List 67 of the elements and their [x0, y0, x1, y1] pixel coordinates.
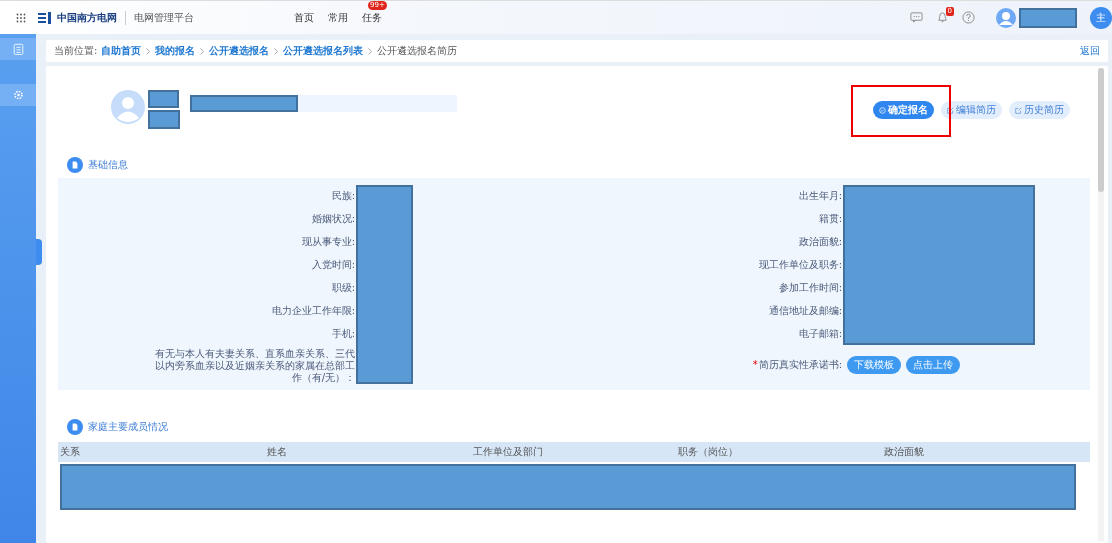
document-icon: [67, 157, 83, 173]
sidebar-item[interactable]: [0, 84, 36, 106]
breadcrumb-link[interactable]: 公开遴选报名列表: [283, 44, 364, 58]
logo-icon: [38, 11, 54, 24]
field-label: 民族:: [330, 188, 356, 203]
column-header: 姓名: [267, 445, 288, 459]
user-badge[interactable]: 主: [1090, 6, 1112, 29]
logo-text: 中国南方电网: [57, 10, 117, 25]
column-header: 关系: [60, 445, 81, 459]
field-label: 电力企业工作年限:: [270, 303, 356, 318]
field-label: 入党时间:: [310, 257, 356, 272]
clipboard-icon: [12, 43, 24, 55]
gear-icon: [12, 89, 24, 101]
platform-title: 电网管理平台: [134, 10, 194, 25]
field-label: 籍贯:: [817, 211, 843, 226]
breadcrumb-link[interactable]: 公开遴选报名: [209, 44, 270, 58]
avatar-icon[interactable]: [996, 7, 1016, 28]
field-label: 政治面貌:: [797, 234, 843, 249]
field-label: 有无与本人有夫妻关系、直系血亲关系、三代以内旁系血亲以及近姻亲关系的家属在总部工作（有/无）：: [154, 347, 356, 384]
sidebar-item[interactable]: [0, 38, 36, 60]
check-circle-icon: [879, 106, 886, 114]
column-header: 政治面貌: [884, 445, 925, 459]
field-label: 现从事专业:: [300, 234, 356, 249]
breadcrumb-link[interactable]: 自助首页: [101, 44, 142, 58]
edit-icon: [947, 106, 954, 114]
action-button[interactable]: 历史简历: [1009, 101, 1070, 119]
redaction-block: [148, 90, 179, 108]
action-button[interactable]: 编辑简历: [941, 101, 1002, 119]
edit-icon: [1015, 106, 1022, 114]
field-label: 手机:: [330, 326, 356, 341]
pledge-button[interactable]: 点击上传: [906, 355, 960, 374]
nav-link[interactable]: 常用: [328, 10, 348, 25]
bell-icon[interactable]: [936, 11, 949, 24]
field-label: 简历真实性承诺书:: [758, 357, 842, 372]
scrollbar[interactable]: [1098, 68, 1104, 541]
field-label: 通信地址及邮编:: [767, 303, 843, 318]
field-label: 出生年月:: [797, 188, 843, 203]
field-label: 电子邮箱:: [797, 326, 843, 341]
column-header: 职务（岗位）: [678, 445, 739, 459]
field-label: 职级:: [330, 280, 356, 295]
back-link[interactable]: 返回: [1080, 44, 1100, 58]
collapse-handle[interactable]: [36, 239, 42, 265]
document-icon: [67, 419, 83, 435]
chevron-icon: [146, 47, 151, 55]
field-label: 参加工作时间:: [777, 280, 843, 295]
column-header: 工作单位及部门: [473, 445, 544, 459]
field-label: 婚姻状况:: [310, 211, 356, 226]
nav-link[interactable]: 任务: [362, 10, 382, 25]
chevron-icon: [200, 47, 205, 55]
section-title: 基础信息: [88, 158, 128, 172]
redaction-block: [1019, 7, 1077, 28]
action-button[interactable]: 确定报名: [873, 101, 934, 119]
chevron-icon: [274, 47, 279, 55]
section-title: 家庭主要成员情况: [88, 420, 168, 434]
message-icon[interactable]: [910, 11, 923, 24]
redaction-block: [148, 110, 180, 129]
field-label: 现工作单位及职务:: [757, 257, 843, 272]
help-icon[interactable]: [962, 11, 975, 24]
apps-grid-icon[interactable]: [16, 12, 26, 23]
nav-link[interactable]: 首页: [294, 10, 314, 25]
breadcrumb-link[interactable]: 我的报名: [155, 44, 196, 58]
chevron-icon: [368, 47, 373, 55]
breadcrumb-label: 当前位置:: [54, 44, 98, 58]
avatar-icon: [111, 90, 145, 124]
required-mark: *: [752, 359, 758, 370]
pledge-button[interactable]: 下载模板: [847, 355, 901, 374]
breadcrumb-text: 公开遴选报名简历: [377, 44, 458, 58]
